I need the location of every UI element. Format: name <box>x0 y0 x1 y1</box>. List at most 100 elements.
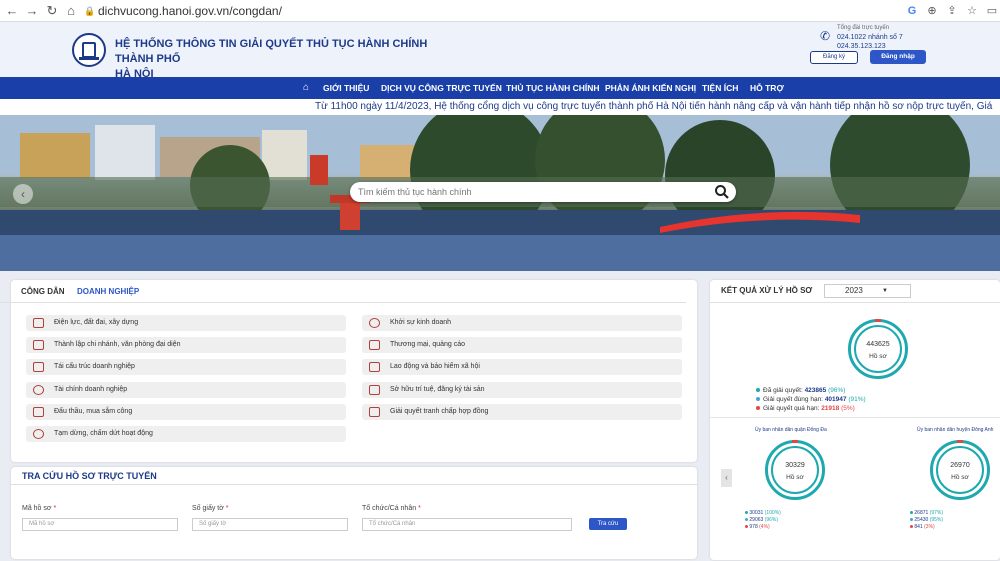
bookmark-star-icon[interactable]: ☆ <box>964 3 980 19</box>
login-button[interactable]: Đăng nhập <box>870 50 926 64</box>
home-icon[interactable]: ⌂ <box>63 3 79 19</box>
teal-dot-icon <box>910 511 913 514</box>
category-label: Lao động và bảo hiểm xã hội <box>390 363 480 370</box>
required-mark: * <box>418 505 421 512</box>
prev-slide-button[interactable]: ‹ <box>13 184 33 204</box>
site-title: HỆ THỐNG THÔNG TIN GIẢI QUYẾT THỦ TỤC HÀ… <box>115 37 455 82</box>
lookup-title: TRA CỨU HỒ SƠ TRỰC TUYẾN <box>22 471 157 481</box>
ip-person-icon <box>369 385 380 395</box>
unit2-pct: (3%) <box>924 524 935 530</box>
unit1-value: 978 <box>749 524 758 530</box>
category-item[interactable]: Tái cấu trúc doanh nghiệp <box>26 359 346 375</box>
category-item[interactable]: Tạm dừng, chấm dứt hoạt động <box>26 426 346 442</box>
late-marker <box>875 319 881 322</box>
required-mark: * <box>53 505 57 512</box>
address-bar[interactable]: 🔒 dichvucong.hanoi.gov.vn/congdan/ <box>84 2 900 20</box>
back-icon[interactable]: ← <box>4 3 20 19</box>
category-item[interactable]: Đấu thầu, mua sắm công <box>26 404 346 420</box>
forward-icon[interactable]: → <box>24 3 40 19</box>
hotline: ✆ Tổng đài trực tuyến 024.1022 nhánh số … <box>820 24 920 51</box>
unit1-pct: (100%) <box>764 510 781 516</box>
category-item[interactable]: Giải quyết tranh chấp hợp đồng <box>362 404 682 420</box>
dollar-icon <box>33 385 44 395</box>
search-input[interactable] <box>358 185 698 199</box>
category-item[interactable]: Khởi sự kinh doanh <box>362 315 682 331</box>
advertising-icon <box>369 340 380 350</box>
unit2-donut: 26970 Hồ sơ <box>930 440 990 500</box>
late-marker <box>792 440 798 443</box>
label-text: Tổ chức/Cá nhân <box>362 505 417 512</box>
menu-item-ho-tro[interactable]: HỖ TRỢ <box>750 77 784 99</box>
results-divider-2 <box>710 417 1000 418</box>
legend-label: Đã giải quyết: <box>763 387 803 394</box>
unit2-pct: (95%) <box>929 517 944 523</box>
browser-toolbar: ← → ↻ ⌂ 🔒 dichvucong.hanoi.gov.vn/congdan… <box>0 0 1000 22</box>
menu-home-icon[interactable]: ⌂ <box>303 77 309 99</box>
category-item[interactable]: Điện lực, đất đai, xây dựng <box>26 315 346 331</box>
chevron-down-icon: ▼ <box>882 288 888 294</box>
year-select[interactable]: 2023 ▼ <box>824 284 911 298</box>
legend-label: Giải quyết quá hạn: <box>763 405 820 412</box>
site-title-line1: HỆ THỐNG THÔNG TIN GIẢI QUYẾT THỦ TỤC HÀ… <box>115 38 428 65</box>
unit1-pct: (4%) <box>759 524 770 530</box>
so-giay-to-input[interactable]: Số giấy tờ <box>192 518 348 531</box>
menu-item-thu-tuc[interactable]: THỦ TỤC HÀNH CHÍNH <box>506 77 600 99</box>
menu-item-phan-anh[interactable]: PHẢN ÁNH KIẾN NGHỊ <box>605 77 696 99</box>
category-item[interactable]: Tài chính doanh nghiệp <box>26 382 346 398</box>
labor-icon <box>369 362 380 372</box>
total-unit: Hồ sơ <box>869 353 887 360</box>
restructure-icon <box>33 362 44 372</box>
unit2-value: 25430 <box>914 517 929 523</box>
category-label: Giải quyết tranh chấp hợp đồng <box>390 408 489 415</box>
category-label: Tạm dừng, chấm dứt hoạt động <box>54 430 153 437</box>
lookup-divider <box>11 484 697 485</box>
rocket-icon <box>369 318 380 328</box>
zoom-icon[interactable]: ⊕ <box>924 3 940 19</box>
category-item[interactable]: Lao động và bảo hiểm xã hội <box>362 359 682 375</box>
category-item[interactable]: Thương mại, quảng cáo <box>362 337 682 353</box>
menu-item-dich-vu-cong[interactable]: DỊCH VỤ CÔNG TRỰC TUYẾN <box>381 77 502 99</box>
hotline-number-1: 024.1022 nhánh số 7 <box>837 34 903 41</box>
total-count: 443625 <box>866 341 890 348</box>
search-bar[interactable] <box>350 182 736 202</box>
menu-item-tien-ich[interactable]: TIỆN ÍCH <box>702 77 738 99</box>
menu-item-gioi-thieu[interactable]: GIỚI THIỆU <box>323 77 369 99</box>
unit1-pct: (96%) <box>764 517 779 523</box>
to-chuc-input[interactable]: Tổ chức/Cá nhân <box>362 518 572 531</box>
city-logo[interactable] <box>72 33 106 67</box>
unit1-row-late: 978 (4%) <box>745 524 781 531</box>
google-icon[interactable]: G <box>904 3 920 19</box>
bidding-icon <box>33 407 44 417</box>
lock-icon: 🔒 <box>84 6 96 16</box>
scales-icon <box>369 407 380 417</box>
register-button[interactable]: Đăng ký <box>810 51 858 64</box>
share-icon[interactable]: ⇪ <box>944 3 960 19</box>
search-icon[interactable] <box>714 184 730 200</box>
tab-doanh-nghiep[interactable]: DOANH NGHIỆP <box>77 287 139 296</box>
prev-unit-button[interactable]: ‹ <box>721 469 732 487</box>
legend-late: Giải quyết quá hạn: 21918 (5%) <box>756 404 855 413</box>
reload-icon[interactable]: ↻ <box>44 3 60 19</box>
stop-icon <box>33 429 44 439</box>
tab-cong-dan[interactable]: CÔNG DÂN <box>21 287 65 296</box>
blue-dot-icon <box>745 518 748 521</box>
main-menu: ⌂ GIỚI THIỆU DỊCH VỤ CÔNG TRỰC TUYẾN THỦ… <box>0 77 1000 99</box>
lookup-button[interactable]: Tra cứu <box>589 518 627 530</box>
required-mark: * <box>225 505 229 512</box>
tab-icon[interactable]: ▭ <box>984 3 1000 19</box>
category-item[interactable]: Thành lập chi nhánh, văn phòng đại diện <box>26 337 346 353</box>
legend-pct: (5%) <box>841 405 855 412</box>
red-dot-icon <box>745 525 748 528</box>
unit1-row-resolved: 30031 (100%) <box>745 510 781 517</box>
ma-ho-so-input[interactable]: Mã hồ sơ <box>22 518 178 531</box>
year-value: 2023 <box>845 286 863 295</box>
blue-dot-icon <box>756 397 760 402</box>
category-label: Thành lập chi nhánh, văn phòng đại diện <box>54 341 181 348</box>
field-label-ma-ho-so: Mã hồ sơ * <box>22 505 56 512</box>
news-marquee[interactable]: Từ 11h00 ngày 11/4/2023, Hệ thống cổng d… <box>0 99 1000 115</box>
label-text: Số giấy tờ <box>192 505 224 512</box>
category-item[interactable]: Sở hữu trí tuệ, đăng ký tài sản <box>362 382 682 398</box>
legend-value: 401947 <box>824 396 847 403</box>
legend-label: Giải quyết đúng hạn: <box>763 396 823 403</box>
unit1-value: 30031 <box>749 510 764 516</box>
